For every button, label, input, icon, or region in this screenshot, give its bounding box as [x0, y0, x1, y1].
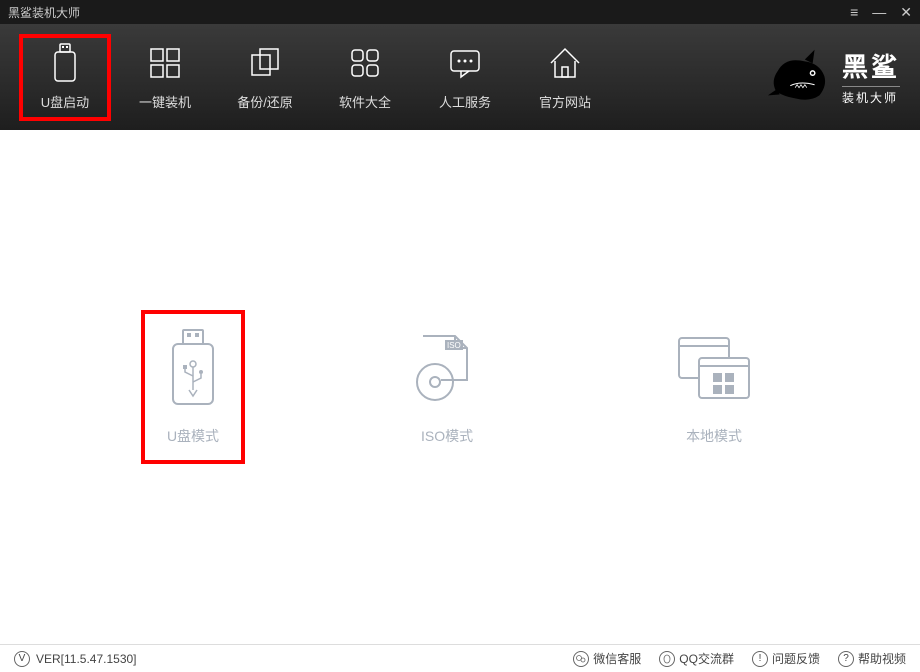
wechat-icon [573, 651, 589, 667]
mode-usb[interactable]: U盘模式 [141, 310, 245, 464]
version-area: V VER[11.5.47.1530] [14, 651, 137, 667]
qq-label: QQ交流群 [679, 650, 734, 667]
mode-label: ISO模式 [421, 426, 473, 446]
usb-icon [51, 44, 79, 82]
help-label: 帮助视频 [858, 650, 906, 667]
menu-button[interactable]: ≡ [850, 5, 858, 19]
help-video[interactable]: ? 帮助视频 [838, 650, 906, 667]
nav-backup[interactable]: 备份/还原 [215, 34, 315, 121]
copy-icon [247, 44, 283, 82]
iso-file-icon: ISO [411, 328, 483, 408]
header: U盘启动 一键装机 备份/还原 [0, 24, 920, 130]
usb-drive-icon [167, 328, 219, 408]
titlebar: 黑鲨装机大师 ≡ — ✕ [0, 0, 920, 24]
version-icon: V [14, 651, 30, 667]
wechat-label: 微信客服 [593, 650, 641, 667]
mode-label: 本地模式 [686, 426, 742, 446]
nav-bar: U盘启动 一键装机 备份/还原 [15, 34, 615, 121]
windows-icon [147, 44, 183, 82]
titlebar-buttons: ≡ — ✕ [850, 5, 912, 19]
app-title: 黑鲨装机大师 [8, 4, 80, 21]
brand-subtitle: 装机大师 [842, 86, 900, 106]
mode-local[interactable]: 本地模式 [649, 310, 779, 464]
svg-text:ISO: ISO [447, 341, 461, 350]
mode-label: U盘模式 [167, 426, 219, 446]
apps-icon [347, 44, 383, 82]
nav-support[interactable]: 人工服务 [415, 34, 515, 121]
nav-label: 备份/还原 [237, 92, 293, 111]
help-icon: ? [838, 651, 854, 667]
qq-icon [659, 651, 675, 667]
status-links: 微信客服 QQ交流群 ! 问题反馈 ? 帮助视频 [573, 650, 906, 667]
feedback[interactable]: ! 问题反馈 [752, 650, 820, 667]
home-icon [547, 44, 583, 82]
nav-label: U盘启动 [41, 92, 89, 111]
close-button[interactable]: ✕ [900, 5, 912, 19]
qq-group[interactable]: QQ交流群 [659, 650, 734, 667]
brand-text: 黑鲨 装机大师 [842, 47, 900, 106]
nav-usb-boot[interactable]: U盘启动 [19, 34, 111, 121]
shark-logo-icon [766, 42, 834, 110]
statusbar: V VER[11.5.47.1530] 微信客服 QQ交流群 ! 问题反馈 ? … [0, 644, 920, 672]
feedback-label: 问题反馈 [772, 650, 820, 667]
feedback-icon: ! [752, 651, 768, 667]
version-text: VER[11.5.47.1530] [36, 652, 137, 666]
minimize-button[interactable]: — [872, 5, 886, 19]
nav-label: 软件大全 [339, 92, 391, 111]
nav-label: 一键装机 [139, 92, 191, 111]
brand-logo-area: 黑鲨 装机大师 [766, 42, 900, 110]
local-windows-icon [675, 328, 753, 408]
nav-label: 人工服务 [439, 92, 491, 111]
mode-iso[interactable]: ISO ISO模式 [385, 310, 509, 464]
brand-name: 黑鲨 [842, 47, 900, 84]
main-content: U盘模式 ISO ISO模式 [0, 130, 920, 644]
chat-icon [447, 44, 483, 82]
nav-software[interactable]: 软件大全 [315, 34, 415, 121]
nav-website[interactable]: 官方网站 [515, 34, 615, 121]
nav-one-click[interactable]: 一键装机 [115, 34, 215, 121]
wechat-support[interactable]: 微信客服 [573, 650, 641, 667]
nav-label: 官方网站 [539, 92, 591, 111]
